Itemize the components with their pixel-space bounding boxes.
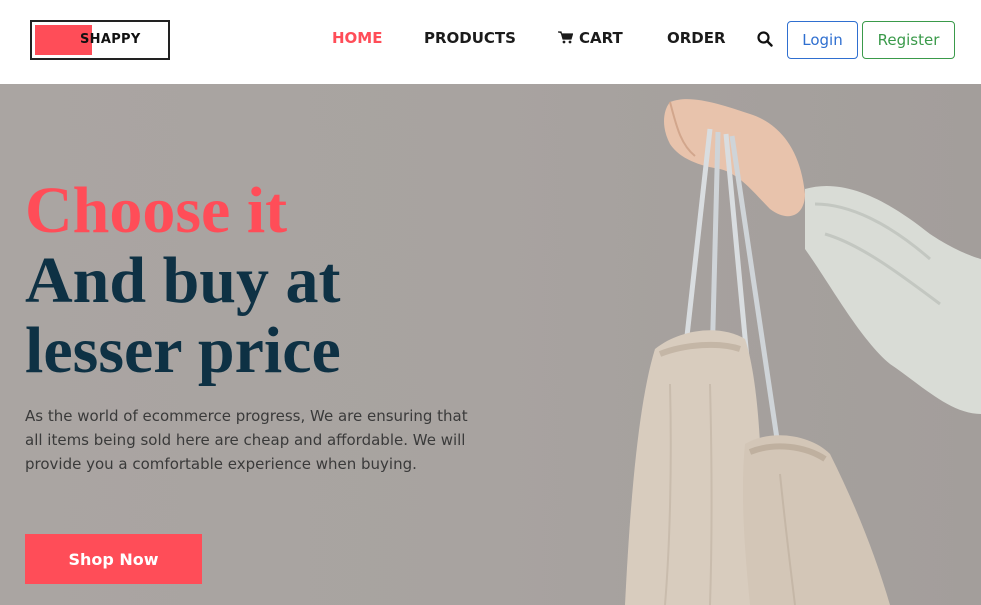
nav-item-cart[interactable]: CART xyxy=(558,27,623,49)
nav-item-products[interactable]: PRODUCTS xyxy=(424,27,516,49)
hero-image xyxy=(625,99,981,605)
site-header: SHAPPY HOME PRODUCTS CART ORDER Login Re… xyxy=(0,0,981,84)
hero-headline: Choose it And buy at lesser price xyxy=(25,176,341,386)
register-button[interactable]: Register xyxy=(862,21,955,59)
hero-section: Choose it And buy at lesser price As the… xyxy=(0,84,981,605)
headline-line-3: lesser price xyxy=(25,314,341,387)
cart-icon xyxy=(558,30,573,43)
login-button[interactable]: Login xyxy=(787,21,858,59)
nav-item-order[interactable]: ORDER xyxy=(667,27,726,49)
shop-now-button[interactable]: Shop Now xyxy=(25,534,202,584)
nav-item-cart-label: CART xyxy=(579,29,623,47)
brand-logo[interactable]: SHAPPY xyxy=(30,20,170,60)
headline-line-2: And buy at xyxy=(25,244,341,317)
logo-text: SHAPPY xyxy=(80,32,141,47)
nav-item-home[interactable]: HOME xyxy=(332,27,382,49)
search-icon[interactable] xyxy=(757,31,773,47)
headline-line-1: Choose it xyxy=(25,174,288,247)
hero-description: As the world of ecommerce progress, We a… xyxy=(25,407,468,473)
